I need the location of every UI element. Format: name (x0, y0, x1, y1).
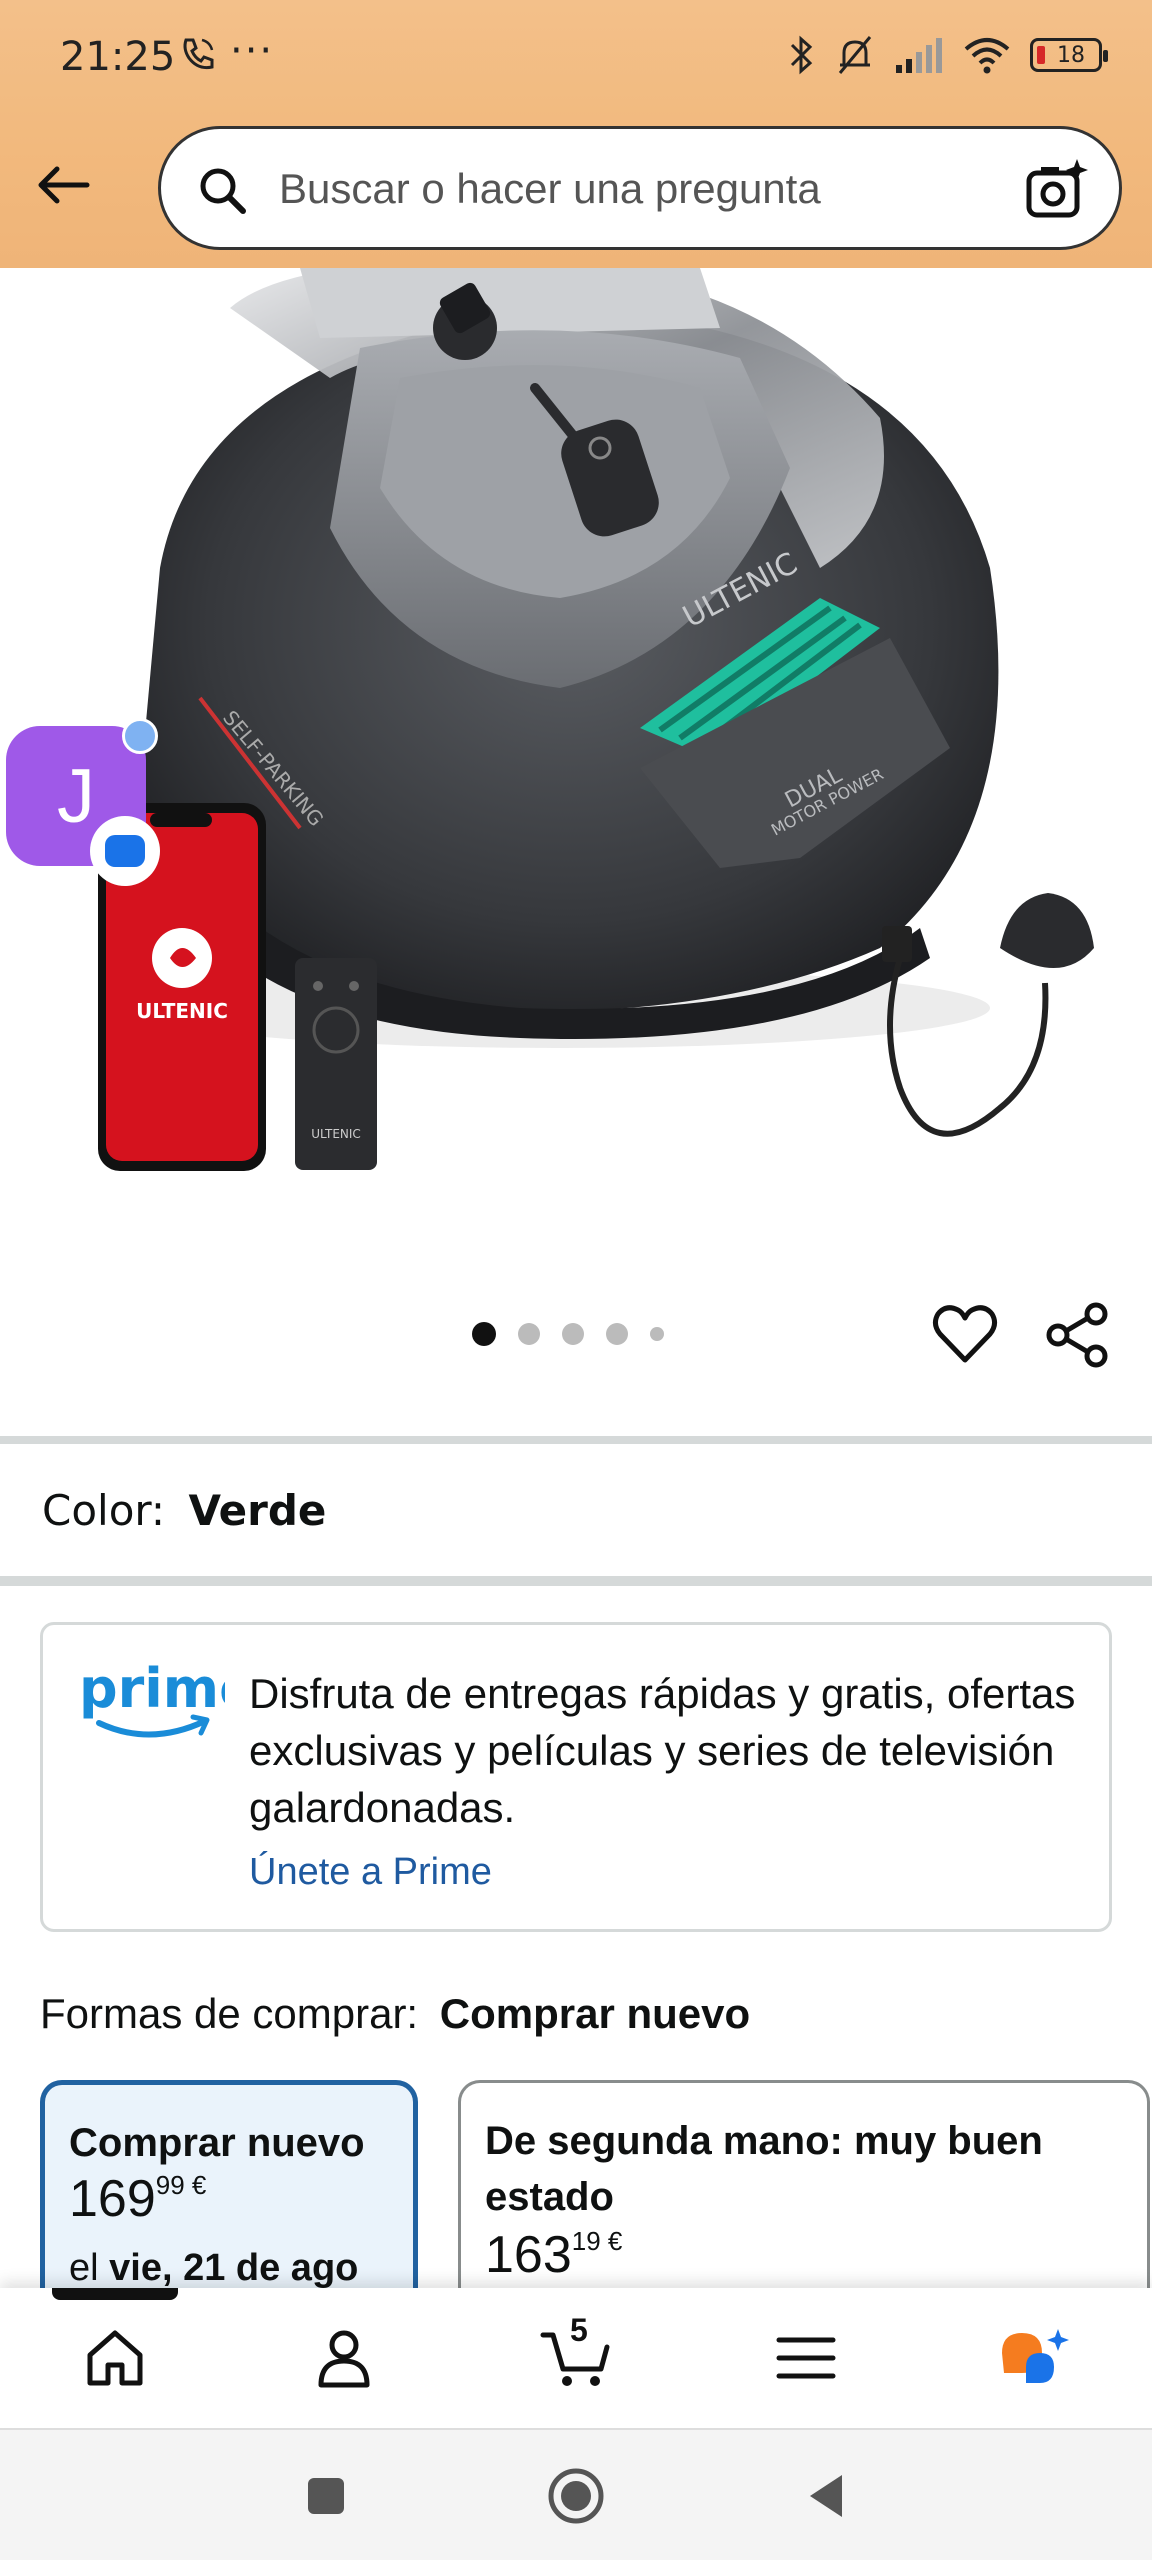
cart-count: 5 (570, 2312, 588, 2348)
call-icon (183, 38, 214, 70)
gallery-dot[interactable] (606, 1323, 628, 1345)
buy-option-new[interactable]: Comprar nuevo 16999 € el vie, 21 de ago (40, 2080, 418, 2300)
assistant-bubble[interactable]: J (6, 718, 160, 886)
prime-logo-text: prime (79, 1657, 225, 1720)
buy-option-used[interactable]: De segunda mano: muy buen estado 16319 € (458, 2080, 1150, 2300)
home-icon (87, 2330, 143, 2386)
nav-rufus[interactable] (996, 2318, 1076, 2398)
wifi-icon (964, 38, 1010, 74)
active-tab-indicator (52, 2288, 178, 2300)
chat-icon (90, 816, 160, 886)
home-system-button[interactable] (546, 2466, 606, 2526)
section-divider (0, 1576, 1152, 1586)
camera-search-icon[interactable] (1021, 155, 1091, 225)
circle-home-icon (548, 2468, 604, 2524)
arrow-left-icon (38, 166, 90, 204)
ways-to-buy: Formas de comprar: Comprar nuevo (40, 1990, 750, 2038)
nav-account[interactable] (304, 2318, 384, 2398)
color-selector: Color: Verde (42, 1486, 326, 1535)
color-value: Verde (188, 1486, 327, 1535)
app-header: 21:25 ··· 18 Buscar o hacer una pregunta (0, 0, 1152, 268)
phone-brand-text: ULTENIC (136, 999, 228, 1023)
heart-icon[interactable] (930, 1300, 1000, 1370)
back-button[interactable] (28, 150, 98, 220)
product-image-gallery[interactable]: ULTENIC DUAL MOTOR POWER SELF-PARKING UL… (0, 268, 1152, 1218)
bluetooth-icon (790, 35, 813, 75)
rufus-icon (1002, 2329, 1069, 2383)
back-system-button[interactable] (796, 2466, 856, 2526)
join-prime-link[interactable]: Únete a Prime (249, 1851, 492, 1894)
bottom-nav-bar: 5 (0, 2288, 1152, 2428)
option-title: Comprar nuevo (69, 2121, 365, 2165)
system-navigation-bar (0, 2428, 1152, 2560)
assistant-notification-dot (122, 718, 158, 754)
screen: 21:25 ··· 18 Buscar o hacer una pregunta… (0, 0, 1152, 2560)
mute-bell-icon (838, 36, 872, 74)
gallery-dot-active[interactable] (472, 1322, 496, 1346)
search-input[interactable]: Buscar o hacer una pregunta (279, 165, 821, 213)
status-more: ··· (230, 28, 275, 74)
search-icon (200, 168, 246, 214)
signal-icon (896, 38, 942, 73)
nav-cart[interactable]: 5 (536, 2312, 616, 2398)
gallery-dot[interactable] (518, 1323, 540, 1345)
status-bar: 21:25 ··· 18 (0, 0, 1152, 110)
option-delivery: el vie, 21 de ago (69, 2247, 359, 2289)
color-label: Color: (42, 1486, 166, 1535)
prime-promo-card[interactable]: prime Disfruta de entregas rápidas y gra… (40, 1622, 1112, 1932)
product-image: ULTENIC DUAL MOTOR POWER SELF-PARKING UL… (98, 268, 1094, 1171)
remote-brand-text: ULTENIC (311, 1127, 361, 1141)
recent-apps-button[interactable] (296, 2466, 356, 2526)
gallery-dot[interactable] (562, 1323, 584, 1345)
nav-home[interactable] (75, 2318, 155, 2398)
section-divider (0, 1436, 1152, 1444)
triangle-back-icon (810, 2475, 842, 2517)
square-icon (308, 2478, 344, 2514)
option-title: De segunda mano: muy buen estado (485, 2119, 1043, 2219)
search-bar[interactable]: Buscar o hacer una pregunta (158, 126, 1122, 250)
share-icon[interactable] (1042, 1300, 1112, 1370)
option-price: 16999 € (69, 2170, 207, 2228)
menu-icon (776, 2337, 836, 2379)
status-indicators: 18 (786, 30, 1108, 80)
ways-to-buy-value: Comprar nuevo (439, 1990, 751, 2037)
prime-logo: prime (79, 1657, 225, 1738)
gallery-dot[interactable] (650, 1327, 664, 1341)
battery-indicator: 18 (1030, 38, 1108, 72)
ways-to-buy-label: Formas de comprar: (40, 1990, 419, 2037)
prime-description: Disfruta de entregas rápidas y gratis, o… (249, 1670, 1076, 1831)
battery-level: 18 (1057, 42, 1085, 68)
nav-menu[interactable] (766, 2318, 846, 2398)
option-price: 16319 € (485, 2226, 623, 2284)
status-time: 21:25 (60, 34, 176, 80)
gallery-pagination[interactable] (472, 1322, 664, 1346)
account-icon (318, 2330, 370, 2388)
